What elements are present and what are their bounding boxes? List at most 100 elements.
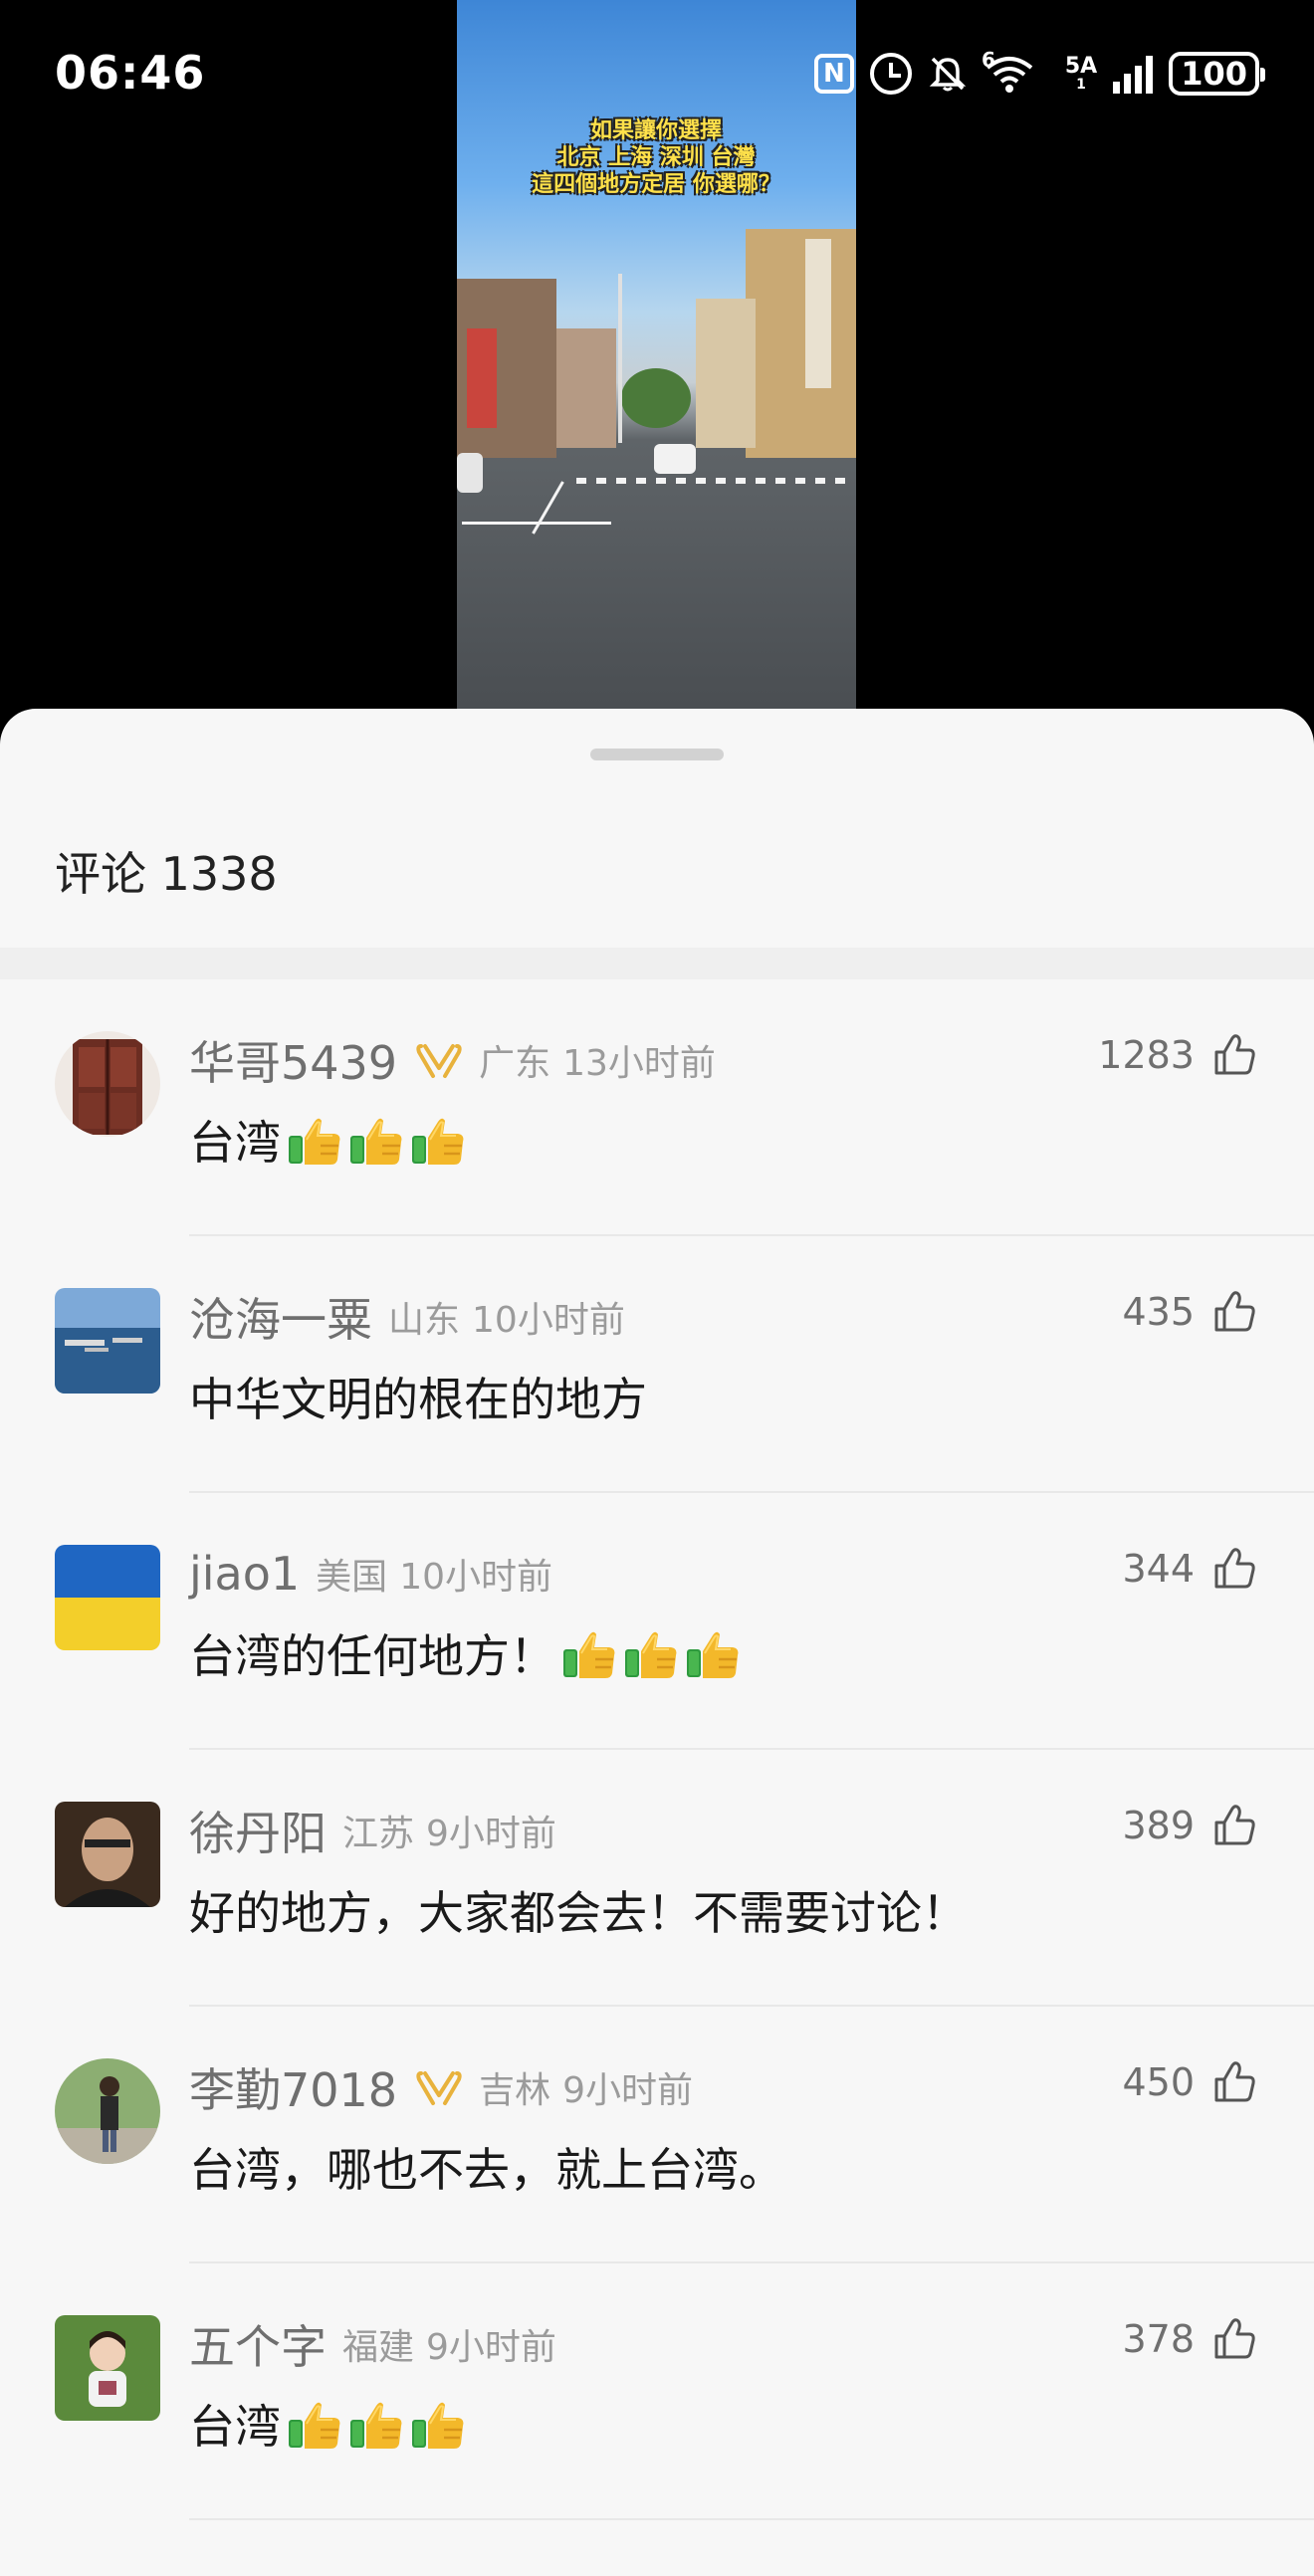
location: 美国 <box>316 1557 388 1598</box>
comment-text: 台湾的任何地方！ <box>189 1620 743 1686</box>
wifi-icon: 6 <box>982 48 1049 94</box>
comment-meta: 徐丹阳 江苏 9小时前 <box>189 1802 556 1860</box>
avatar[interactable] <box>55 1545 160 1650</box>
avatar[interactable] <box>55 2058 160 2164</box>
username[interactable]: 李勤7018 <box>189 2054 397 2120</box>
network-type: 5A 1 <box>1064 54 1098 93</box>
comment-item[interactable]: 李勤7018 吉林 9小时前 450 台湾，哪也不去，就上台湾。 <box>0 2007 1314 2263</box>
tree <box>621 368 691 428</box>
thumbs-up-emoji-icon <box>561 1630 616 1680</box>
comment-body: 台湾的任何地方！ <box>189 1629 555 1683</box>
like-count: 344 <box>1122 1547 1195 1591</box>
avatar[interactable] <box>55 1031 160 1137</box>
comment-text: 台湾 <box>189 2391 468 2457</box>
battery-level: 100 <box>1181 55 1247 93</box>
thumbs-up-icon[interactable] <box>1212 1033 1256 1077</box>
caption-line-3: 這四個地方定居 你選哪？ <box>532 172 780 197</box>
car-left <box>457 453 483 493</box>
vip-badge-icon <box>416 1044 462 1078</box>
time-ago: 13小时前 <box>562 1043 716 1084</box>
network-type-label: 5A <box>1064 54 1098 79</box>
like-button[interactable]: 389 <box>1122 1804 1256 1847</box>
thumbs-up-emoji-icon <box>287 1117 341 1167</box>
street-lamp <box>618 274 622 443</box>
row-divider <box>189 2518 1314 2520</box>
like-count: 435 <box>1122 1290 1195 1334</box>
thumbs-up-emoji-icon <box>410 1117 465 1167</box>
drag-handle[interactable] <box>590 749 724 760</box>
like-button[interactable]: 1283 <box>1098 1033 1256 1077</box>
comment-body: 台湾 <box>189 1116 281 1170</box>
thumbs-up-emoji-icon <box>348 2401 403 2451</box>
location: 山东 <box>388 1300 461 1341</box>
comment-body: 台湾，哪也不去，就上台湾。 <box>189 2143 784 2197</box>
thumbs-up-emoji-icon <box>685 1630 740 1680</box>
username[interactable]: 华哥5439 <box>189 1027 397 1093</box>
like-button[interactable]: 378 <box>1122 2317 1256 2361</box>
location: 江苏 <box>342 1814 415 1854</box>
like-button[interactable]: 344 <box>1122 1547 1256 1591</box>
comment-text: 中华文明的根在的地方 <box>189 1364 647 1429</box>
comment-text: 台湾 <box>189 1107 468 1173</box>
thumbs-up-icon[interactable] <box>1212 1804 1256 1847</box>
avatar[interactable] <box>55 2315 160 2421</box>
time-ago: 9小时前 <box>426 1814 556 1854</box>
thumbs-up-icon[interactable] <box>1212 2317 1256 2361</box>
comment-item[interactable]: 华哥5439 广东 13小时前 1283 台湾 <box>0 979 1314 1236</box>
username[interactable]: jiao1 <box>189 1547 300 1601</box>
like-count: 389 <box>1122 1804 1195 1847</box>
thumbs-up-emoji-icon <box>410 2401 465 2451</box>
thumbs-up-icon[interactable] <box>1212 1547 1256 1591</box>
comment-meta: 沧海一粟 山东 10小时前 <box>189 1288 625 1347</box>
mute-bell-icon <box>928 54 968 94</box>
time-ago: 9小时前 <box>426 2327 556 2368</box>
comment-body: 中华文明的根在的地方 <box>189 1373 647 1426</box>
username[interactable]: 沧海一粟 <box>189 1284 372 1350</box>
comment-item[interactable]: jiao1 美国 10小时前 344 台湾的任何地方！ <box>0 1493 1314 1750</box>
username[interactable]: 徐丹阳 <box>189 1798 327 1863</box>
building-right-sign <box>805 239 831 388</box>
alarm-icon <box>869 53 912 95</box>
thumbs-up-icon[interactable] <box>1212 1290 1256 1334</box>
comment-list: 华哥5439 广东 13小时前 1283 台湾 沧海一粟 山东 10小时前 43… <box>0 979 1314 2520</box>
lane-line-diagonal <box>532 481 564 535</box>
thumbs-up-emoji-icon <box>287 2401 341 2451</box>
status-time: 06:46 <box>55 46 206 100</box>
comment-item[interactable]: 徐丹阳 江苏 9小时前 389 好的地方，大家都会去！不需要讨论！ <box>0 1750 1314 2007</box>
time-ago: 10小时前 <box>399 1557 552 1598</box>
comment-item[interactable]: 沧海一粟 山东 10小时前 435 中华文明的根在的地方 <box>0 1236 1314 1493</box>
comment-meta: 李勤7018 吉林 9小时前 <box>189 2058 693 2117</box>
nfc-icon: N <box>813 54 854 94</box>
avatar[interactable] <box>55 1288 160 1394</box>
like-button[interactable]: 435 <box>1122 1290 1256 1334</box>
thumbs-up-emoji-icon <box>623 1630 678 1680</box>
comment-item[interactable]: 五个字 福建 9小时前 378 台湾 <box>0 2263 1314 2520</box>
time-ago: 9小时前 <box>562 2070 693 2111</box>
comment-meta: 五个字 福建 9小时前 <box>189 2315 556 2374</box>
building-left-sign <box>467 328 497 428</box>
location: 福建 <box>342 2327 415 2368</box>
thumbs-up-icon[interactable] <box>1212 2060 1256 2104</box>
network-sub-label: 1 <box>1076 77 1086 93</box>
comments-sheet: 评论 1338 华哥5439 广东 13小时前 1283 台湾 沧海一粟 山东 … <box>0 709 1314 2576</box>
crosswalk <box>576 478 855 484</box>
comment-meta: jiao1 美国 10小时前 <box>189 1545 552 1603</box>
status-icons: N 6 5A 1 100 <box>813 48 1265 96</box>
section-divider <box>0 948 1314 979</box>
thumbs-up-emoji-icon <box>348 1117 403 1167</box>
comment-text: 好的地方，大家都会去！不需要讨论！ <box>189 1877 968 1943</box>
comment-body: 好的地方，大家都会去！不需要讨论！ <box>189 1886 968 1940</box>
username[interactable]: 五个字 <box>189 2311 327 2377</box>
wifi-label: 6 <box>981 48 995 72</box>
avatar[interactable] <box>55 1802 160 1907</box>
building-left-2 <box>556 328 616 448</box>
like-count: 378 <box>1122 2317 1195 2361</box>
signal-icon <box>1113 54 1154 94</box>
building-right <box>746 229 856 458</box>
emoji-group <box>561 1625 743 1681</box>
like-button[interactable]: 450 <box>1122 2060 1256 2104</box>
emoji-group <box>287 1112 468 1168</box>
like-count: 1283 <box>1098 1033 1195 1077</box>
building-right-2 <box>696 299 756 448</box>
comment-meta: 华哥5439 广东 13小时前 <box>189 1031 716 1090</box>
